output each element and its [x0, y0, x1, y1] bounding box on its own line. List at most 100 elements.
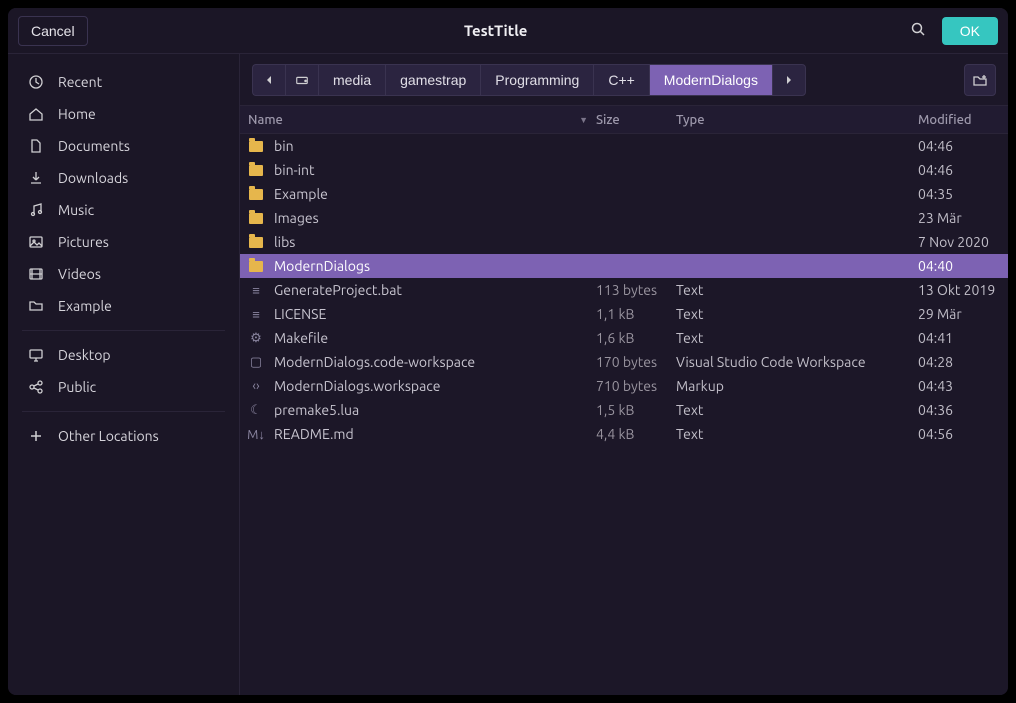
sidebar-item-recent[interactable]: Recent: [8, 66, 239, 98]
breadcrumb-segment[interactable]: media: [318, 64, 385, 96]
file-icon: ⚙: [248, 330, 264, 346]
file-name: ModernDialogs: [274, 258, 370, 274]
sidebar-item-label: Desktop: [58, 347, 111, 363]
sidebar-item-pictures[interactable]: Pictures: [8, 226, 239, 258]
download-icon: [28, 170, 44, 186]
file-row[interactable]: ⚙Makefile1,6 kBText04:41: [240, 326, 1008, 350]
file-row[interactable]: Images23 Mär: [240, 206, 1008, 230]
file-dialog: Cancel TestTitle OK Recent Home Do: [8, 8, 1008, 695]
file-size: 170 bytes: [596, 354, 676, 370]
file-type: Text: [676, 402, 918, 418]
sidebar-item-public[interactable]: Public: [8, 371, 239, 403]
file-modified: 04:40: [918, 258, 1008, 274]
file-row[interactable]: ≡LICENSE1,1 kBText29 Mär: [240, 302, 1008, 326]
sidebar-item-downloads[interactable]: Downloads: [8, 162, 239, 194]
file-name: libs: [274, 234, 295, 250]
sidebar-item-label: Videos: [58, 266, 101, 282]
document-icon: [28, 138, 44, 154]
file-size: 113 bytes: [596, 282, 676, 298]
path-back-button[interactable]: [252, 64, 285, 96]
file-icon: ≡: [248, 282, 264, 298]
home-icon: [28, 106, 44, 122]
folder-icon: [28, 298, 44, 314]
file-name: Example: [274, 186, 328, 202]
file-size: 1,5 kB: [596, 402, 676, 418]
sidebar-item-label: Pictures: [58, 234, 109, 250]
folder-icon: [248, 138, 264, 154]
file-name: README.md: [274, 426, 354, 442]
breadcrumb-segment[interactable]: gamestrap: [385, 64, 480, 96]
sidebar-item-label: Other Locations: [58, 428, 159, 444]
breadcrumb-segment[interactable]: Programming: [480, 64, 593, 96]
sidebar-item-example[interactable]: Example: [8, 290, 239, 322]
sidebar-item-desktop[interactable]: Desktop: [8, 339, 239, 371]
sidebar-item-videos[interactable]: Videos: [8, 258, 239, 290]
file-row[interactable]: M↓README.md4,4 kBText04:56: [240, 422, 1008, 446]
file-modified: 04:56: [918, 426, 1008, 442]
file-row[interactable]: libs7 Nov 2020: [240, 230, 1008, 254]
chevron-left-icon: [261, 72, 277, 88]
sidebar-item-other-locations[interactable]: Other Locations: [8, 420, 239, 452]
file-name: LICENSE: [274, 306, 326, 322]
file-name: Images: [274, 210, 319, 226]
file-modified: 04:43: [918, 378, 1008, 394]
file-modified: 29 Mär: [918, 306, 1008, 322]
share-icon: [28, 379, 44, 395]
file-row[interactable]: ‹›ModernDialogs.workspace710 bytesMarkup…: [240, 374, 1008, 398]
file-row[interactable]: bin 04:46: [240, 134, 1008, 158]
file-row[interactable]: bin-int04:46: [240, 158, 1008, 182]
plus-icon: [28, 428, 44, 444]
file-type: Visual Studio Code Workspace: [676, 354, 918, 370]
file-type: Text: [676, 426, 918, 442]
ok-button[interactable]: OK: [942, 17, 998, 45]
file-row[interactable]: ▢ ModernDialogs.code-workspace 170 bytesVi…: [240, 350, 1008, 374]
sidebar: Recent Home Documents Downloads Music Pi…: [8, 54, 240, 695]
file-row[interactable]: ModernDialogs 04:40: [240, 254, 1008, 278]
file-modified: 04:36: [918, 402, 1008, 418]
file-type: Text: [676, 330, 918, 346]
breadcrumb-segment-active[interactable]: ModernDialogs: [649, 64, 772, 96]
file-icon: ≡: [248, 306, 264, 322]
column-header-type[interactable]: Type: [676, 113, 918, 127]
path-bar: media gamestrap Programming C++ ModernDi…: [240, 54, 1008, 106]
file-row[interactable]: ☾premake5.lua1,5 kBText04:36: [240, 398, 1008, 422]
file-name: ModernDialogs.code-workspace: [274, 354, 475, 370]
sidebar-item-home[interactable]: Home: [8, 98, 239, 130]
file-icon: M↓: [248, 426, 264, 442]
new-folder-icon: [972, 72, 988, 88]
file-modified: 04:28: [918, 354, 1008, 370]
file-size: 710 bytes: [596, 378, 676, 394]
file-row[interactable]: ≡GenerateProject.bat113 bytesText13 Okt …: [240, 278, 1008, 302]
column-header-modified[interactable]: Modified: [918, 113, 1008, 127]
path-drive-button[interactable]: [285, 64, 318, 96]
file-size: 1,1 kB: [596, 306, 676, 322]
desktop-icon: [28, 347, 44, 363]
file-list[interactable]: bin 04:46 bin-int04:46Example04:35Images23…: [240, 134, 1008, 695]
folder-icon: [248, 210, 264, 226]
search-button[interactable]: [904, 15, 932, 46]
column-header-name[interactable]: Name ▼: [240, 113, 596, 127]
file-modified: 04:46: [918, 138, 1008, 154]
sidebar-item-music[interactable]: Music: [8, 194, 239, 226]
sidebar-item-label: Recent: [58, 74, 102, 90]
file-row[interactable]: Example04:35: [240, 182, 1008, 206]
main-pane: media gamestrap Programming C++ ModernDi…: [240, 54, 1008, 695]
new-folder-button[interactable]: [964, 64, 996, 96]
header-bar: Cancel TestTitle OK: [8, 8, 1008, 54]
picture-icon: [28, 234, 44, 250]
cancel-button[interactable]: Cancel: [18, 16, 88, 46]
file-icon: ▢: [248, 354, 264, 370]
sidebar-item-label: Home: [58, 106, 96, 122]
sidebar-item-documents[interactable]: Documents: [8, 130, 239, 162]
clock-icon: [28, 74, 44, 90]
path-forward-button[interactable]: [772, 64, 806, 96]
file-icon: ‹›: [248, 378, 264, 394]
sidebar-item-label: Public: [58, 379, 96, 395]
breadcrumb-segment[interactable]: C++: [593, 64, 648, 96]
file-name: Makefile: [274, 330, 328, 346]
file-name: premake5.lua: [274, 402, 359, 418]
drive-icon: [294, 72, 310, 88]
column-header-size[interactable]: Size: [596, 113, 676, 127]
sidebar-separator: [22, 411, 225, 412]
file-name: bin: [274, 138, 294, 154]
